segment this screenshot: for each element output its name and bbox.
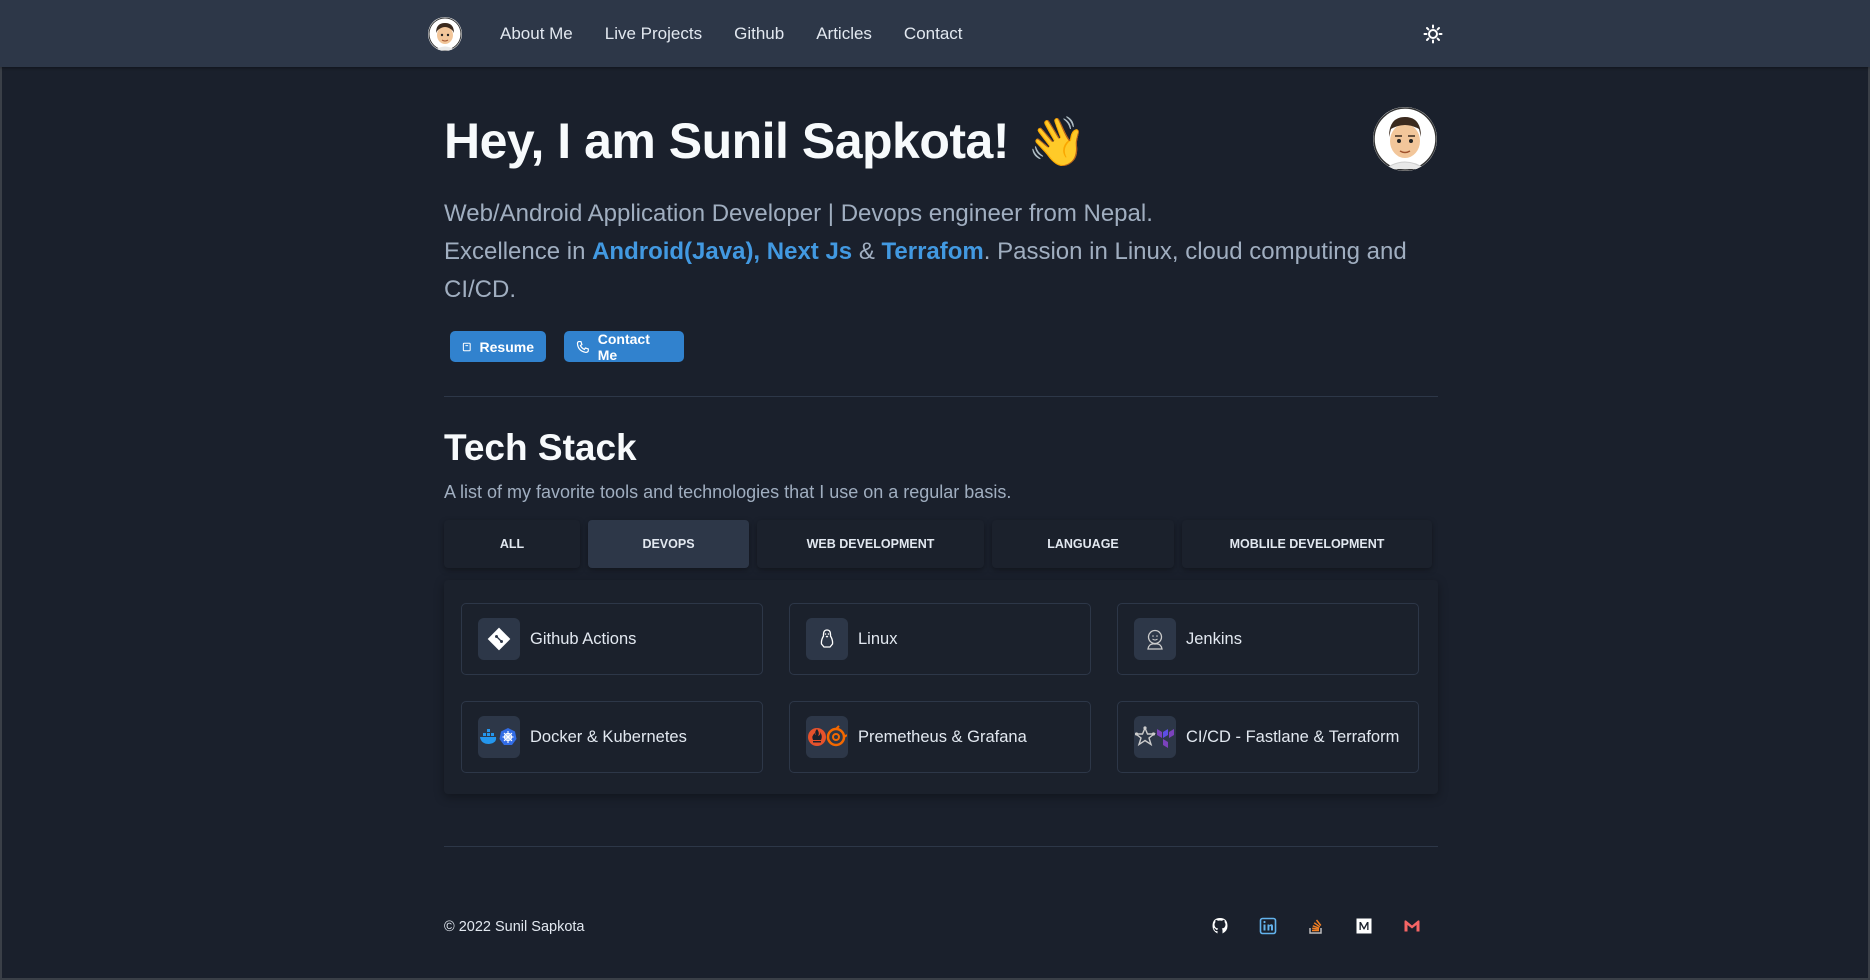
hero-title-text: Hey, I am Sunil Sapkota! bbox=[444, 113, 1010, 169]
tech-card-prometheus-grafana: Premetheus & Grafana bbox=[789, 701, 1091, 773]
hero-ampersand: & bbox=[852, 238, 882, 265]
nav-link-contact[interactable]: Contact bbox=[904, 24, 963, 44]
tech-card-docker-kubernetes: Docker & Kubernetes bbox=[461, 701, 763, 773]
resume-button[interactable]: Resume bbox=[450, 331, 546, 362]
fastlane-terraform-icon bbox=[1134, 716, 1176, 758]
tech-stack-title: Tech Stack bbox=[444, 427, 637, 468]
hero-line-2: Excellence in Android(Java), Next Js & T… bbox=[444, 233, 1438, 309]
nav-links: About Me Live Projects Github Articles C… bbox=[500, 0, 963, 67]
contact-me-button-label: Contact Me bbox=[597, 330, 650, 363]
medium-icon[interactable] bbox=[1354, 916, 1374, 936]
tech-card-linux: Linux bbox=[789, 603, 1091, 675]
tab-all[interactable]: ALL bbox=[444, 520, 580, 568]
tab-language[interactable]: LANGUAGE bbox=[992, 520, 1174, 568]
stackoverflow-icon[interactable] bbox=[1306, 916, 1326, 936]
jenkins-icon bbox=[1134, 618, 1176, 660]
highlight-terraform: Terrafom bbox=[881, 238, 984, 265]
nav-link-live-projects[interactable]: Live Projects bbox=[605, 24, 702, 44]
tech-stack-tabs: ALL DEVOPS WEB DEVELOPMENT LANGUAGE MOBL… bbox=[444, 520, 1438, 568]
tab-mobile-development[interactable]: MOBLILE DEVELOPMENT bbox=[1182, 520, 1432, 568]
waving-hand-icon: 👋 bbox=[1027, 115, 1087, 169]
nav-link-github[interactable]: Github bbox=[734, 24, 784, 44]
tech-stack-panel: Github Actions Linux Jenkins Docker & Ku… bbox=[444, 580, 1438, 794]
contact-me-button[interactable]: Contact Me bbox=[564, 330, 684, 363]
docker-kubernetes-icon bbox=[478, 716, 520, 758]
hero-subtitle: Web/Android Application Developer | Devo… bbox=[444, 195, 1438, 309]
tech-card-github-actions: Github Actions bbox=[461, 603, 763, 675]
phone-icon bbox=[576, 340, 589, 353]
tab-web-development[interactable]: WEB DEVELOPMENT bbox=[757, 520, 984, 568]
linkedin-icon[interactable] bbox=[1258, 916, 1278, 936]
top-navbar: About Me Live Projects Github Articles C… bbox=[0, 0, 1870, 67]
profile-avatar bbox=[1373, 107, 1437, 171]
github-icon[interactable] bbox=[1210, 916, 1230, 936]
nav-link-about-me[interactable]: About Me bbox=[500, 24, 573, 44]
document-icon bbox=[462, 342, 471, 351]
prometheus-grafana-icon bbox=[806, 716, 848, 758]
tech-stack-description: A list of my favorite tools and technolo… bbox=[444, 482, 1012, 502]
tech-card-cicd-fastlane-terraform: CI/CD - Fastlane & Terraform bbox=[1117, 701, 1419, 773]
tech-card-label: Jenkins bbox=[1186, 629, 1242, 648]
nav-link-articles[interactable]: Articles bbox=[816, 24, 872, 44]
section-divider bbox=[444, 396, 1438, 397]
tech-card-label: Github Actions bbox=[530, 629, 637, 648]
hero-line-2-prefix: Excellence in bbox=[444, 238, 593, 265]
social-links bbox=[1210, 916, 1422, 936]
gmail-icon[interactable] bbox=[1402, 916, 1422, 936]
copyright-text: © 2022 Sunil Sapkota bbox=[444, 919, 585, 935]
hero-buttons: Resume Contact Me bbox=[450, 330, 684, 363]
hero-title: Hey, I am Sunil Sapkota! 👋 bbox=[444, 112, 1087, 170]
resume-button-label: Resume bbox=[479, 338, 534, 355]
hero-line-1: Web/Android Application Developer | Devo… bbox=[444, 200, 1153, 227]
highlight-android-nextjs: Android(Java), Next Js bbox=[592, 238, 853, 265]
footer-divider bbox=[444, 846, 1438, 847]
tab-devops[interactable]: DEVOPS bbox=[588, 520, 749, 568]
tech-card-label: Premetheus & Grafana bbox=[858, 727, 1027, 746]
tech-card-label: CI/CD - Fastlane & Terraform bbox=[1186, 727, 1400, 746]
theme-toggle-sun-icon[interactable] bbox=[1423, 24, 1443, 44]
tech-card-label: Linux bbox=[858, 629, 898, 648]
git-icon bbox=[478, 618, 520, 660]
tech-card-label: Docker & Kubernetes bbox=[530, 727, 687, 746]
tech-card-jenkins: Jenkins bbox=[1117, 603, 1419, 675]
linux-icon bbox=[806, 618, 848, 660]
logo-avatar[interactable] bbox=[428, 17, 462, 51]
